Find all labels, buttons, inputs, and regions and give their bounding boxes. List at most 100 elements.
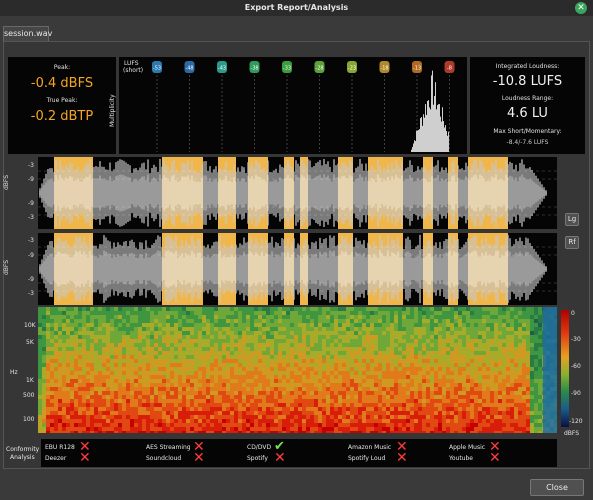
- spectrogram-cell: [478, 355, 482, 359]
- spectrogram-cell: [202, 323, 206, 327]
- spectrogram-cell: [274, 419, 278, 423]
- spectrogram-cell: [338, 371, 342, 375]
- spectrogram-cell: [430, 411, 434, 415]
- spectrogram-cell: [386, 311, 390, 315]
- spectrogram-cell: [150, 311, 154, 315]
- spectrogram-cell: [318, 335, 322, 339]
- spectrogram-cell: [246, 427, 250, 431]
- spectrogram-cell: [486, 359, 490, 363]
- spectrogram-cell: [354, 339, 358, 343]
- spectrogram-cell: [330, 383, 334, 387]
- spectrogram-cell: [234, 323, 238, 327]
- rectified-button[interactable]: Rf: [565, 236, 579, 249]
- spectrogram-cell: [178, 335, 182, 339]
- spectrogram-cell: [130, 431, 134, 433]
- spectrogram-cell: [490, 315, 494, 319]
- spectrogram-cell: [210, 339, 214, 343]
- spectrogram-cell: [98, 383, 102, 387]
- spectrogram-cell: [226, 315, 230, 319]
- spectrogram-cell: [334, 347, 338, 351]
- spectrogram-cell: [190, 431, 194, 433]
- spectrogram-cell: [206, 335, 210, 339]
- spectrogram-cell: [358, 359, 362, 363]
- spectrogram-cell: [470, 347, 474, 351]
- spectrogram-cell: [362, 403, 366, 407]
- spectrogram-cell: [202, 391, 206, 395]
- spectrogram-cell: [370, 403, 374, 407]
- spectrogram-cell: [218, 419, 222, 423]
- spectrogram-cell: [106, 331, 110, 335]
- spectrogram-cell: [154, 335, 158, 339]
- spectrogram-cell: [402, 319, 406, 323]
- spectrogram-cell: [270, 339, 274, 343]
- spectrogram-cell: [458, 343, 462, 347]
- window-close-button[interactable]: ✕: [575, 2, 587, 14]
- spectrogram-cell: [270, 399, 274, 403]
- spectrogram-cell: [218, 355, 222, 359]
- spectrogram-cell: [246, 343, 250, 347]
- spectrogram-cell: [62, 391, 66, 395]
- spectrogram-cell: [406, 339, 410, 343]
- spectrogram-cell: [486, 319, 490, 323]
- spectrogram-cell: [42, 307, 46, 311]
- spectrogram-cell: [462, 395, 466, 399]
- spectrogram-cell: [150, 367, 154, 371]
- spectrogram-cell: [370, 411, 374, 415]
- spectrogram-cell: [458, 323, 462, 327]
- spectrogram-cell: [418, 383, 422, 387]
- spectrogram-cell: [234, 343, 238, 347]
- spectrogram-cell: [458, 331, 462, 335]
- spectrogram-cell: [490, 359, 494, 363]
- spectrogram-cell: [254, 315, 258, 319]
- spectrogram-cell: [58, 311, 62, 315]
- spectrogram-cell: [318, 383, 322, 387]
- spectrogram-cell: [426, 423, 430, 427]
- spectrogram-cell: [402, 403, 406, 407]
- spectrogram-cell: [394, 379, 398, 383]
- spectrogram-cell: [90, 387, 94, 391]
- spectrogram-cell: [62, 367, 66, 371]
- spectrogram-cell: [302, 399, 306, 403]
- tab-session[interactable]: session.wav: [3, 26, 52, 41]
- spectrogram-cell: [222, 335, 226, 339]
- spectrogram-cell: [462, 331, 466, 335]
- spectrogram-cell: [410, 431, 414, 433]
- spectrogram-cell: [226, 331, 230, 335]
- spectrogram-cell: [422, 359, 426, 363]
- spectrogram-cell: [178, 411, 182, 415]
- spectrogram-cell: [158, 351, 162, 355]
- spectrogram-cell: [318, 395, 322, 399]
- spectrogram-cell: [306, 327, 310, 331]
- spectrogram-cell: [498, 407, 502, 411]
- spectrogram-cell: [466, 347, 470, 351]
- spectrogram-cell: [182, 403, 186, 407]
- spectrogram-cell: [318, 423, 322, 427]
- spectrogram-cell: [418, 407, 422, 411]
- spectrogram-cell: [154, 327, 158, 331]
- spectrogram-cell: [138, 371, 142, 375]
- spectrogram-cell: [170, 371, 174, 375]
- spectrogram-cell: [494, 379, 498, 383]
- spectrogram-cell: [474, 411, 478, 415]
- spectrogram-cell: [514, 351, 518, 355]
- spectrogram-cell: [510, 379, 514, 383]
- spectrogram-cell: [390, 403, 394, 407]
- spectrogram-cell: [138, 419, 142, 423]
- spectrogram-cell: [42, 339, 46, 343]
- log-scale-button[interactable]: Lg: [565, 213, 579, 226]
- spectrogram-cell: [206, 311, 210, 315]
- spectrogram-cell: [286, 403, 290, 407]
- spectrogram-cell: [226, 403, 230, 407]
- spectrogram-cell: [50, 399, 54, 403]
- spectrogram-cell: [106, 351, 110, 355]
- spectrogram-cell: [358, 307, 362, 311]
- spectrogram-cell: [486, 335, 490, 339]
- spectrogram-cell: [354, 431, 358, 433]
- spectrogram-cell: [258, 351, 262, 355]
- spectrogram-cell: [286, 375, 290, 379]
- spectrogram-cell: [458, 423, 462, 427]
- spectrogram-cell: [210, 427, 214, 431]
- spectrogram-cell: [102, 427, 106, 431]
- spectrogram-cell: [482, 327, 486, 331]
- spectrogram-cell: [106, 343, 110, 347]
